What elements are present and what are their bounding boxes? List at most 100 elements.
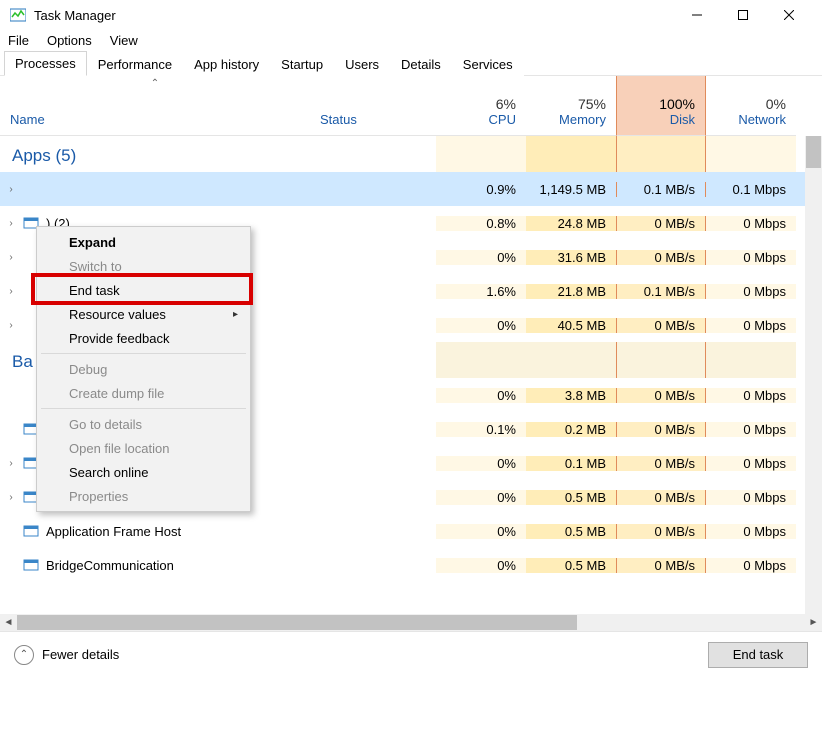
ctx-switch-to-label: Switch to [69, 259, 122, 274]
group-background-title[interactable]: Ba [0, 342, 33, 378]
process-mem: 31.6 MB [526, 250, 616, 265]
expand-chevron-icon[interactable]: › [6, 218, 16, 229]
ctx-create-dump: Create dump file [39, 381, 248, 405]
expand-chevron-icon[interactable]: › [6, 184, 16, 195]
process-cpu: 0% [436, 250, 526, 265]
tab-app-history[interactable]: App history [183, 52, 270, 76]
disk-label: Disk [627, 112, 695, 127]
column-header-status[interactable]: Status [310, 76, 436, 136]
process-disk: 0 MB/s [616, 490, 706, 505]
horizontal-scrollbar-thumb[interactable] [17, 615, 577, 630]
ctx-provide-feedback-label: Provide feedback [69, 331, 169, 346]
vertical-scrollbar-thumb[interactable] [806, 136, 821, 168]
process-cpu: 0% [436, 318, 526, 333]
process-cpu: 0.1% [436, 422, 526, 437]
expand-chevron-icon[interactable]: › [6, 458, 16, 469]
process-disk: 0 MB/s [616, 216, 706, 231]
maximize-button[interactable] [720, 0, 766, 30]
process-disk: 0 MB/s [616, 456, 706, 471]
ctx-expand-label: Expand [69, 235, 116, 250]
ctx-properties: Properties [39, 484, 248, 508]
process-disk: 0 MB/s [616, 388, 706, 403]
process-disk: 0 MB/s [616, 422, 706, 437]
process-disk: 0.1 MB/s [616, 284, 706, 299]
tab-users[interactable]: Users [334, 52, 390, 76]
process-name: BridgeCommunication [46, 558, 174, 573]
minimize-button[interactable] [674, 0, 720, 30]
process-disk: 0 MB/s [616, 318, 706, 333]
tab-details[interactable]: Details [390, 52, 452, 76]
menubar: File Options View [0, 30, 822, 50]
process-row[interactable]: Application Frame Host0%0.5 MB0 MB/s0 Mb… [0, 514, 822, 548]
process-mem: 21.8 MB [526, 284, 616, 299]
ctx-open-file-location-label: Open file location [69, 441, 169, 456]
ctx-separator-2 [41, 408, 246, 409]
process-name: Application Frame Host [46, 524, 181, 539]
process-name-cell: BridgeCommunication [0, 556, 310, 574]
process-mem: 0.5 MB [526, 524, 616, 539]
process-net: 0.1 Mbps [706, 182, 796, 197]
context-menu: Expand Switch to End task Resource value… [36, 226, 251, 512]
ctx-end-task[interactable]: End task [39, 278, 248, 302]
process-net: 0 Mbps [706, 284, 796, 299]
column-header-cpu[interactable]: 6% CPU [436, 76, 526, 136]
process-net: 0 Mbps [706, 216, 796, 231]
horizontal-scrollbar[interactable]: ◄ ► [0, 614, 822, 631]
ctx-expand[interactable]: Expand [39, 230, 248, 254]
vertical-scrollbar[interactable] [805, 136, 822, 614]
fewer-details-label: Fewer details [42, 647, 119, 662]
process-disk: 0 MB/s [616, 250, 706, 265]
expand-chevron-icon[interactable]: › [6, 320, 16, 331]
process-name-cell: Application Frame Host [0, 522, 310, 540]
footer: ⌃ Fewer details End task [0, 632, 822, 677]
tab-performance[interactable]: Performance [87, 52, 183, 76]
process-net: 0 Mbps [706, 456, 796, 471]
ctx-create-dump-label: Create dump file [69, 386, 164, 401]
process-net: 0 Mbps [706, 490, 796, 505]
tab-startup[interactable]: Startup [270, 52, 334, 76]
ctx-resource-values[interactable]: Resource values▸ [39, 302, 248, 326]
process-row[interactable]: BridgeCommunication0%0.5 MB0 MB/s0 Mbps [0, 548, 822, 582]
ctx-end-task-label: End task [69, 283, 120, 298]
menu-file[interactable]: File [6, 33, 31, 48]
process-mem: 3.8 MB [526, 388, 616, 403]
scroll-left-icon[interactable]: ◄ [0, 614, 17, 631]
fewer-details-button[interactable]: ⌃ Fewer details [14, 645, 708, 665]
process-mem: 1,149.5 MB [526, 182, 616, 197]
ctx-go-to-details: Go to details [39, 412, 248, 436]
close-button[interactable] [766, 0, 812, 30]
process-cpu: 0.8% [436, 216, 526, 231]
ctx-search-online[interactable]: Search online [39, 460, 248, 484]
scroll-right-icon[interactable]: ► [805, 614, 822, 631]
process-icon [22, 556, 40, 574]
process-net: 0 Mbps [706, 318, 796, 333]
column-header-network[interactable]: 0% Network [706, 76, 796, 136]
menu-view[interactable]: View [108, 33, 140, 48]
end-task-button[interactable]: End task [708, 642, 808, 668]
window-title: Task Manager [34, 8, 674, 23]
column-header-name[interactable]: ⌃ Name [0, 76, 310, 136]
column-header-memory[interactable]: 75% Memory [526, 76, 616, 136]
process-disk: 0.1 MB/s [616, 182, 706, 197]
ctx-switch-to: Switch to [39, 254, 248, 278]
expand-chevron-icon[interactable]: › [6, 286, 16, 297]
process-row[interactable]: ›0.9%1,149.5 MB0.1 MB/s0.1 Mbps [0, 172, 822, 206]
process-disk: 0 MB/s [616, 524, 706, 539]
column-header-name-label: Name [10, 112, 300, 127]
ctx-provide-feedback[interactable]: Provide feedback [39, 326, 248, 350]
tab-services[interactable]: Services [452, 52, 524, 76]
sort-caret-icon: ⌃ [151, 78, 159, 89]
expand-chevron-icon[interactable]: › [6, 252, 16, 263]
expand-chevron-icon[interactable]: › [6, 492, 16, 503]
process-mem: 0.5 MB [526, 558, 616, 573]
process-cpu: 0% [436, 490, 526, 505]
column-header-status-label: Status [320, 112, 426, 127]
horizontal-scrollbar-track[interactable] [17, 614, 805, 631]
end-task-button-label: End task [733, 647, 784, 662]
menu-options[interactable]: Options [45, 33, 94, 48]
tab-processes[interactable]: Processes [4, 51, 87, 76]
ctx-separator-1 [41, 353, 246, 354]
group-apps-title[interactable]: Apps (5) [0, 136, 76, 172]
cpu-label: CPU [446, 112, 516, 127]
column-header-disk[interactable]: 100% Disk [616, 76, 706, 136]
